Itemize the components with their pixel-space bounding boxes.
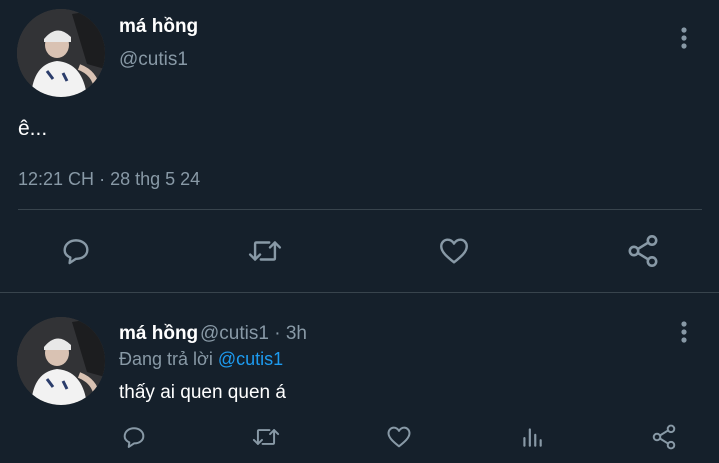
share-button[interactable] (623, 231, 663, 271)
mention-link[interactable]: @cutis1 (218, 349, 283, 369)
retweet-button[interactable] (250, 421, 282, 453)
display-name[interactable]: má hồng (119, 323, 198, 345)
avatar-photo (17, 317, 105, 405)
tweet-date: 28 thg 5 24 (110, 169, 201, 189)
retweet-button[interactable] (245, 231, 285, 271)
user-handle-meta[interactable]: @cutis1 · 3h (200, 323, 307, 345)
display-name-text: má hồng (119, 323, 199, 344)
analytics-icon (523, 428, 542, 447)
user-handle[interactable]: @cutis1 (119, 49, 188, 71)
replying-label: Đang trả lời (119, 349, 213, 369)
avatar-photo (17, 9, 105, 97)
section-divider (0, 292, 719, 293)
meta-separator: · (274, 323, 281, 344)
retweet-icon (252, 429, 280, 445)
tweet-text: ê... (18, 117, 48, 140)
share-button[interactable] (648, 421, 680, 453)
reply-icon (63, 239, 89, 265)
reply-button[interactable] (56, 231, 96, 271)
more-options-icon[interactable] (672, 318, 696, 348)
reply-button[interactable] (118, 421, 150, 453)
share-icon (628, 235, 658, 267)
more-options-icon[interactable] (672, 24, 696, 54)
avatar[interactable] (17, 9, 105, 97)
display-name[interactable]: má hồng (119, 16, 198, 38)
avatar[interactable] (17, 317, 105, 405)
divider (18, 209, 702, 210)
user-handle: @cutis1 (200, 323, 269, 344)
like-button[interactable] (434, 231, 474, 271)
analytics-button[interactable] (516, 421, 548, 453)
share-icon (652, 424, 676, 450)
meta-separator: · (99, 169, 106, 189)
like-button[interactable] (383, 421, 415, 453)
like-icon (440, 238, 468, 264)
like-icon (387, 426, 411, 448)
tweet-time: 12:21 CH (18, 169, 95, 189)
retweet-icon (248, 241, 282, 261)
replying-to-line: Đang trả lời @cutis1 (119, 349, 283, 370)
reply-icon (123, 427, 145, 448)
tweet-timestamp[interactable]: 12:21 CH · 28 thg 5 24 (18, 169, 200, 190)
tweet-text: thấy ai quen quen á (119, 382, 286, 403)
tweet-age: 3h (285, 323, 307, 344)
